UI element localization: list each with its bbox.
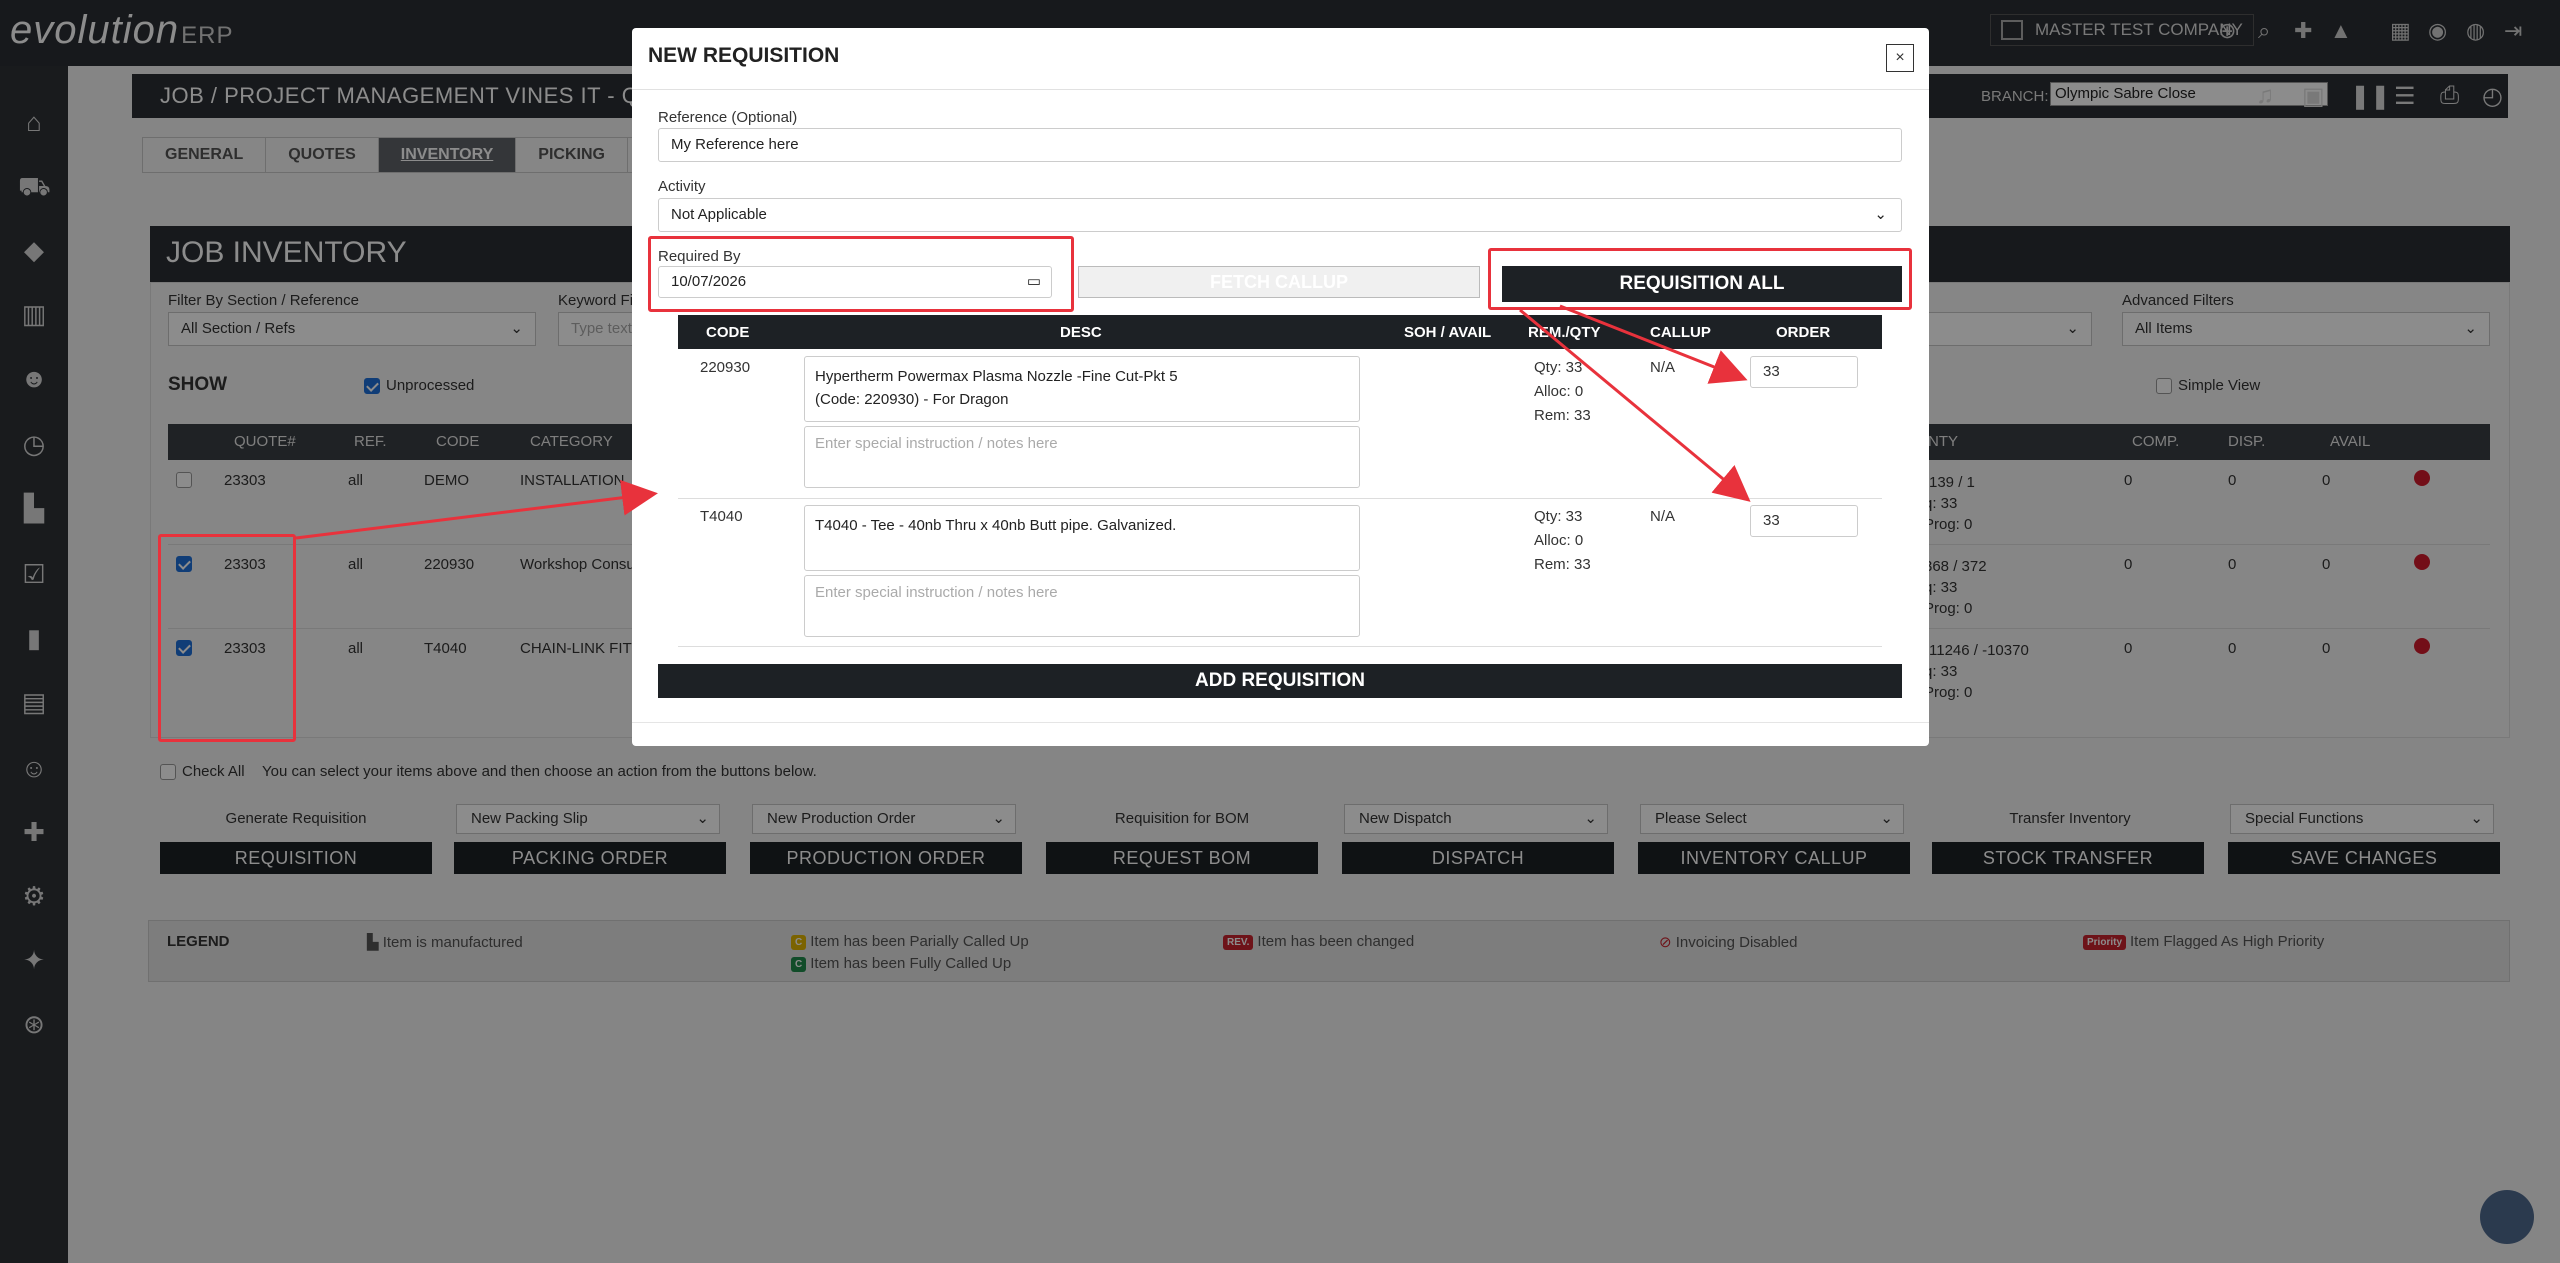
arrow-checkboxes-to-modal xyxy=(295,479,658,540)
arrow-to-order-2 xyxy=(1519,308,1751,502)
chat-button[interactable] xyxy=(2480,1190,2534,1244)
annotation-arrows xyxy=(295,304,1751,540)
